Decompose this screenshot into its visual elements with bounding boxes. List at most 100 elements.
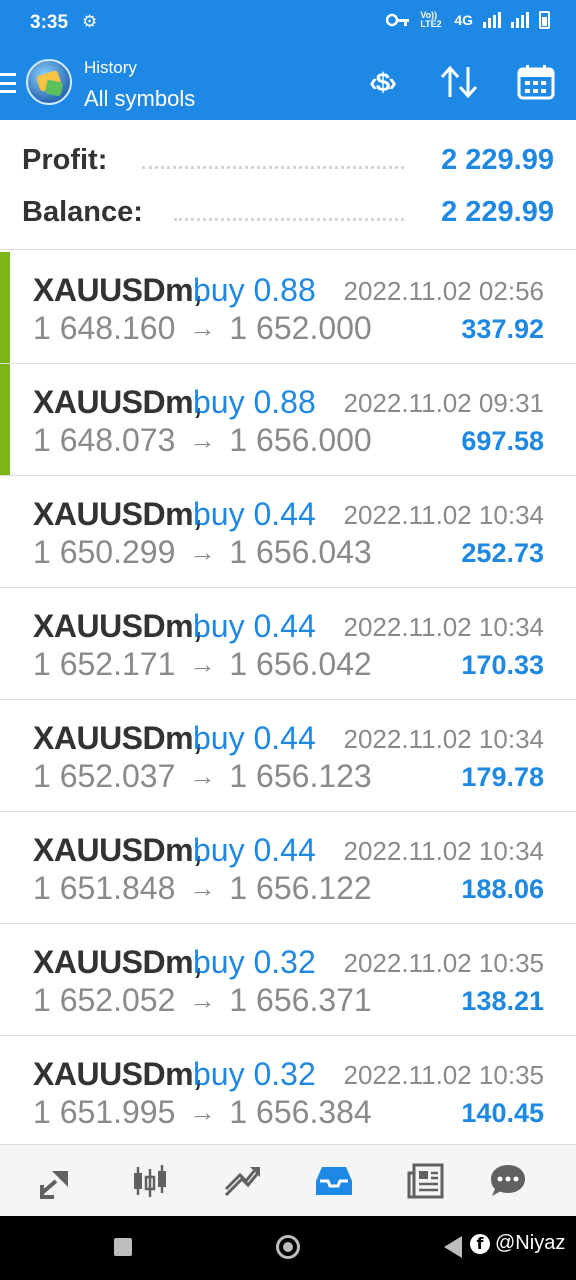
status-bar: 3:35 ⚙ Vo)) LTE2 4G: [0, 0, 576, 46]
profit-row: Profit: 2 229.99: [0, 140, 576, 184]
deal-open-price: 1 650.299: [33, 534, 176, 570]
deal-row[interactable]: XAUUSDm, buy 0.88 2022.11.02 09:31 1 648…: [0, 364, 576, 476]
arrow-right-icon: →: [189, 313, 216, 343]
network-label: 4G: [454, 12, 473, 28]
facebook-icon: f: [470, 1233, 490, 1254]
deal-prices: 1 648.073 → 1 656.000: [33, 422, 372, 459]
deal-symbol: XAUUSDm,: [33, 496, 202, 532]
deal-close-price: 1 656.371: [229, 982, 372, 1018]
status-indicators: Vo)) LTE2 4G: [386, 11, 550, 29]
recents-button[interactable]: [114, 1238, 132, 1256]
balance-leader-dots: [174, 218, 404, 221]
deal-profit: 252.73: [461, 538, 544, 568]
deal-close-price: 1 656.043: [229, 534, 372, 570]
calendar-icon[interactable]: [516, 64, 556, 100]
arrow-right-icon: →: [189, 985, 216, 1015]
deal-symbol: XAUUSDm,: [33, 832, 202, 868]
volte-label: Vo)) LTE2: [420, 10, 442, 29]
deal-row[interactable]: XAUUSDm, buy 0.44 2022.11.02 10:34 1 650…: [0, 476, 576, 588]
balance-label: Balance:: [22, 196, 143, 228]
deal-symbol: XAUUSDm,: [33, 608, 202, 644]
deal-time: 2022.11.02 10:35: [343, 948, 544, 978]
app-bar: History All symbols ‹$›: [0, 46, 576, 120]
arrow-right-icon: →: [189, 649, 216, 679]
signal-icon: [483, 12, 501, 28]
back-button[interactable]: [444, 1236, 462, 1258]
watermark: f @Niyaz: [470, 1232, 565, 1255]
deal-close-price: 1 656.384: [229, 1094, 372, 1130]
arrow-right-icon: →: [189, 425, 216, 455]
deal-profit: 697.58: [461, 426, 544, 456]
deal-row[interactable]: XAUUSDm, buy 0.44 2022.11.02 10:34 1 651…: [0, 812, 576, 924]
profit-leader-dots: [142, 166, 404, 169]
deal-type: buy 0.44: [193, 496, 316, 532]
deal-row[interactable]: XAUUSDm, buy 0.32 2022.11.02 10:35 1 651…: [0, 1036, 576, 1144]
deal-time: 2022.11.02 10:34: [343, 500, 544, 530]
deal-open-price: 1 651.848: [33, 870, 176, 906]
account-summary: Profit: 2 229.99 Balance: 2 229.99: [0, 120, 576, 250]
deal-open-price: 1 652.171: [33, 646, 176, 682]
bottom-nav: [0, 1144, 576, 1216]
deal-prices: 1 650.299 → 1 656.043: [33, 534, 372, 571]
deal-row[interactable]: XAUUSDm, buy 0.44 2022.11.02 10:34 1 652…: [0, 588, 576, 700]
balance-value: 2 229.99: [441, 196, 554, 228]
status-time: 3:35: [30, 12, 69, 33]
deal-type: buy 0.32: [193, 1056, 316, 1092]
key-icon: [386, 13, 410, 27]
deal-prices: 1 651.995 → 1 656.384: [33, 1094, 372, 1131]
deal-open-price: 1 648.073: [33, 422, 176, 458]
deal-profit: 179.78: [461, 762, 544, 792]
messages-icon[interactable]: [486, 1159, 530, 1203]
deal-type: buy 0.88: [193, 272, 316, 308]
deal-profit: 140.45: [461, 1098, 544, 1128]
deal-type: buy 0.88: [193, 384, 316, 420]
history-icon[interactable]: [312, 1159, 356, 1203]
deal-symbol: XAUUSDm,: [33, 720, 202, 756]
profit-label: Profit:: [22, 144, 108, 176]
deal-profit: 138.21: [461, 986, 544, 1016]
menu-icon[interactable]: [0, 73, 16, 93]
deal-row[interactable]: XAUUSDm, buy 0.32 2022.11.02 10:35 1 652…: [0, 924, 576, 1036]
deal-open-price: 1 652.037: [33, 758, 176, 794]
trade-icon[interactable]: [220, 1159, 264, 1203]
battery-icon: [539, 11, 550, 29]
deposit-withdraw-icon[interactable]: ‹$›: [358, 64, 406, 100]
deal-prices: 1 652.037 → 1 656.123: [33, 758, 372, 795]
deal-type: buy 0.44: [193, 720, 316, 756]
deal-close-price: 1 656.042: [229, 646, 372, 682]
symbol-filter[interactable]: All symbols: [84, 86, 195, 112]
deal-type: buy 0.44: [193, 608, 316, 644]
deal-row[interactable]: XAUUSDm, buy 0.44 2022.11.02 10:34 1 652…: [0, 700, 576, 812]
deal-time: 2022.11.02 02:56: [343, 276, 544, 306]
balance-row: Balance: 2 229.99: [0, 192, 576, 236]
quotes-icon[interactable]: [36, 1159, 80, 1203]
deal-symbol: XAUUSDm,: [33, 384, 202, 420]
profit-value: 2 229.99: [441, 144, 554, 176]
deal-type: buy 0.44: [193, 832, 316, 868]
deal-prices: 1 651.848 → 1 656.122: [33, 870, 372, 907]
news-icon[interactable]: [404, 1159, 448, 1203]
chart-icon[interactable]: [128, 1159, 172, 1203]
deal-time: 2022.11.02 10:34: [343, 724, 544, 754]
sort-icon[interactable]: [438, 64, 480, 100]
deal-profit: 170.33: [461, 650, 544, 680]
watermark-text: @Niyaz: [495, 1232, 566, 1254]
signal-icon-2: [511, 12, 529, 28]
deal-row[interactable]: XAUUSDm, buy 0.88 2022.11.02 02:56 1 648…: [0, 252, 576, 364]
deal-time: 2022.11.02 10:35: [343, 1060, 544, 1090]
deal-open-price: 1 648.160: [33, 310, 176, 346]
deal-close-price: 1 656.122: [229, 870, 372, 906]
deal-open-price: 1 652.052: [33, 982, 176, 1018]
deal-profit: 337.92: [461, 314, 544, 344]
deal-prices: 1 652.171 → 1 656.042: [33, 646, 372, 683]
deal-time: 2022.11.02 10:34: [343, 836, 544, 866]
arrow-right-icon: →: [189, 873, 216, 903]
deal-close-price: 1 656.000: [229, 422, 372, 458]
arrow-right-icon: →: [189, 1097, 216, 1127]
settings-notification-icon: ⚙: [82, 12, 98, 31]
arrow-right-icon: →: [189, 537, 216, 567]
deal-profit: 188.06: [461, 874, 544, 904]
deal-close-price: 1 656.123: [229, 758, 372, 794]
home-button[interactable]: [276, 1235, 300, 1259]
deal-accent-bar: [0, 252, 10, 363]
